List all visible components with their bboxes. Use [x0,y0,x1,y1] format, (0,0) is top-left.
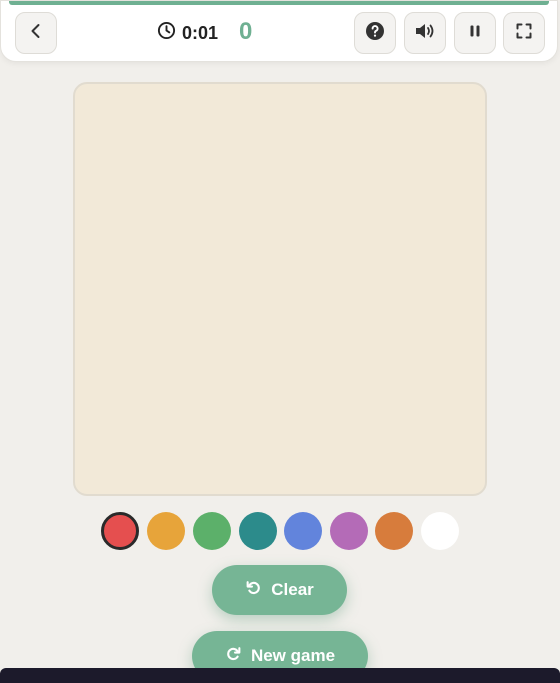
undo-icon [245,579,262,601]
help-button[interactable] [354,12,396,54]
color-swatch-purple[interactable] [330,512,368,550]
timer-value: 0:01 [182,22,219,43]
score: 0 [239,18,253,45]
refresh-icon [225,645,242,667]
color-swatch-yellow[interactable] [147,512,185,550]
clear-button[interactable]: Clear [212,565,347,615]
pause-button[interactable] [454,12,496,54]
color-swatch-red-selected[interactable] [101,512,139,550]
progress-bar [9,1,549,5]
fullscreen-button[interactable] [503,12,545,54]
color-swatch-green[interactable] [193,512,231,550]
fullscreen-icon [515,22,533,45]
pause-icon [467,23,483,44]
clock-icon [157,21,176,45]
color-swatch-orange[interactable] [375,512,413,550]
color-swatch-blue[interactable] [284,512,322,550]
sound-button[interactable] [404,12,446,54]
drawing-board[interactable] [73,82,487,496]
back-button[interactable] [15,12,57,54]
question-circle-icon [365,21,385,46]
chevron-left-icon [27,22,45,45]
volume-icon [413,21,437,46]
bottom-bar [0,668,560,683]
clear-label: Clear [271,580,314,599]
top-bar: 0:01 0 [0,0,558,62]
color-swatch-teal[interactable] [239,512,277,550]
color-swatch-white[interactable] [421,512,459,550]
new-game-label: New game [250,646,336,665]
timer: 0:01 [157,21,219,45]
